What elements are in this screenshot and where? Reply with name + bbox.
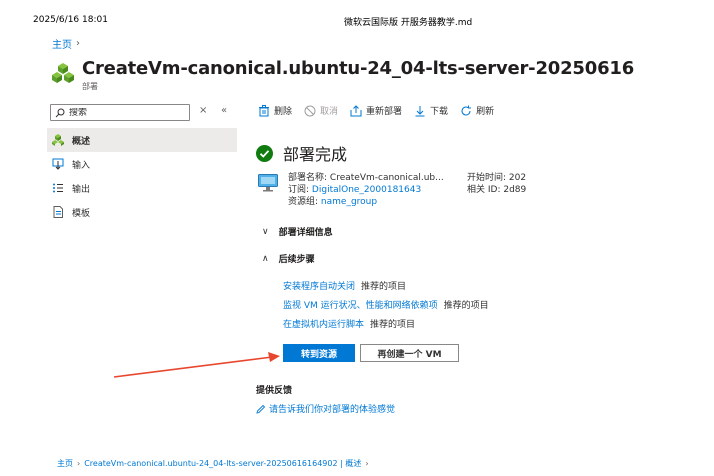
refresh-label: 刷新: [476, 107, 495, 117]
sidebar-item-template[interactable]: 模板: [47, 200, 237, 224]
status-title: 部署完成: [283, 145, 348, 164]
print-header-doc-title: 微软云国际版 开服务器教学.md: [344, 18, 473, 28]
template-icon: [53, 206, 63, 218]
footer-home-link[interactable]: 主页: [57, 458, 73, 469]
recommended-tag: 推荐的项目: [361, 282, 407, 292]
cancel-label: 取消: [320, 107, 339, 117]
correlation-id-label: 相关 ID:: [467, 185, 501, 195]
footer-resource-link[interactable]: CreateVm-canonical.ubuntu-24_04-lts-serv…: [84, 458, 361, 469]
download-icon: [415, 105, 425, 116]
deployment-details-label: 部署详细信息: [278, 228, 333, 238]
delete-label: 删除: [274, 107, 293, 117]
footer-separator: ›: [77, 459, 81, 468]
collapse-sidebar-icon[interactable]: «: [221, 105, 227, 116]
deployment-name-label: 部署名称:: [288, 173, 328, 183]
page-subtitle: 部署: [82, 82, 98, 91]
delete-button[interactable]: 删除: [258, 104, 292, 117]
download-label: 下载: [430, 107, 449, 117]
run-script-link[interactable]: 在虚拟机内运行脚本: [283, 320, 364, 330]
next-steps-label: 后续步骤: [278, 255, 315, 265]
list-item: 监视 VM 运行状况、性能和网络依赖项 推荐的项目: [283, 297, 489, 316]
sidebar-item-inputs[interactable]: 输入: [47, 152, 237, 176]
refresh-icon: [461, 105, 472, 116]
deployment-cubes-icon: [52, 63, 74, 83]
list-item: 在虚拟机内运行脚本 推荐的项目: [283, 316, 489, 335]
virtual-machine-icon: [258, 174, 278, 192]
recommended-tag: 推荐的项目: [370, 320, 416, 330]
sidebar-item-label: 概述: [72, 136, 91, 147]
breadcrumb: 主页 ›: [52, 36, 80, 51]
chevron-down-icon: ∨: [262, 226, 269, 237]
page-title: CreateVm-canonical.ubuntu-24_04-lts-serv…: [82, 58, 635, 79]
feedback-link[interactable]: 请告诉我们你对部署的体验感觉: [269, 402, 395, 415]
start-time-label: 开始时间:: [467, 173, 507, 183]
overview-icon: [52, 134, 64, 146]
footer-separator: ›: [365, 459, 369, 468]
search-icon: [55, 108, 65, 117]
sidebar-item-outputs[interactable]: 输出: [47, 176, 237, 200]
subscription-link[interactable]: DigitalOne_2000181643: [312, 185, 421, 195]
recommended-tag: 推荐的项目: [443, 301, 489, 311]
subscription-label: 订阅:: [288, 185, 310, 195]
sidebar-item-label: 模板: [72, 208, 91, 219]
start-time-value: 202: [508, 173, 527, 183]
sidebar-item-label: 输出: [72, 184, 91, 195]
create-another-vm-button[interactable]: 再创建一个 VM: [360, 344, 459, 362]
trash-icon: [259, 104, 269, 116]
deployment-details-toggle[interactable]: ∨ 部署详细信息: [262, 225, 333, 239]
cancel-icon: [304, 105, 316, 116]
cancel-button[interactable]: 取消: [304, 104, 338, 117]
print-header-datetime: 2025/6/16 18:01: [33, 15, 108, 25]
sidebar-nav: 概述 输入 输出 模板: [47, 128, 237, 224]
feedback-row: 请告诉我们你对部署的体验感觉: [256, 402, 395, 415]
chevron-up-icon: ∧: [262, 253, 269, 264]
next-steps-list: 安装程序自动关闭 推荐的项目 监视 VM 运行状况、性能和网络依赖项 推荐的项目 在…: [283, 278, 489, 335]
list-item: 安装程序自动关闭 推荐的项目: [283, 278, 489, 297]
breadcrumb-home-link[interactable]: 主页: [52, 36, 72, 51]
feedback-pencil-icon: [256, 404, 266, 414]
command-bar: 删除 取消 重新部署 下载 刷新: [258, 104, 494, 117]
refresh-button[interactable]: 刷新: [460, 104, 494, 117]
breadcrumb-separator: ›: [76, 38, 80, 49]
feedback-heading: 提供反馈: [256, 386, 293, 396]
sidebar-search-input[interactable]: [69, 107, 181, 118]
go-to-resource-button[interactable]: 转到资源: [283, 344, 355, 362]
outputs-icon: [53, 183, 63, 193]
page-header: CreateVm-canonical.ubuntu-24_04-lts-serv…: [52, 58, 634, 84]
auto-shutdown-link[interactable]: 安装程序自动关闭: [283, 282, 355, 292]
sidebar-search: [50, 104, 190, 121]
sidebar-item-label: 输入: [72, 160, 91, 171]
deployment-info-right: 开始时间: 202 相关 ID: 2d89: [467, 172, 526, 196]
upload-icon: [350, 104, 362, 116]
clear-search-icon[interactable]: ×: [199, 105, 207, 116]
sidebar-item-overview[interactable]: 概述: [47, 128, 237, 152]
resource-group-link[interactable]: name_group: [321, 197, 377, 207]
footer-breadcrumb: 主页 › CreateVm-canonical.ubuntu-24_04-lts…: [57, 458, 369, 469]
redeploy-label: 重新部署: [366, 107, 403, 117]
inputs-icon: [52, 158, 64, 170]
resource-group-label: 资源组:: [288, 197, 319, 207]
correlation-id-value: 2d89: [503, 185, 527, 195]
redeploy-button[interactable]: 重新部署: [350, 104, 402, 117]
download-button[interactable]: 下载: [414, 104, 448, 117]
deployment-info: 部署名称: CreateVm-canonical.ub... 订阅: Digit…: [258, 172, 444, 208]
deployment-status: 部署完成: [256, 141, 347, 165]
success-check-icon: [256, 144, 273, 162]
next-steps-toggle[interactable]: ∧ 后续步骤: [262, 252, 315, 266]
monitor-vm-link[interactable]: 监视 VM 运行状况、性能和网络依赖项: [283, 301, 438, 311]
deployment-name-value: CreateVm-canonical.ub...: [329, 173, 444, 183]
